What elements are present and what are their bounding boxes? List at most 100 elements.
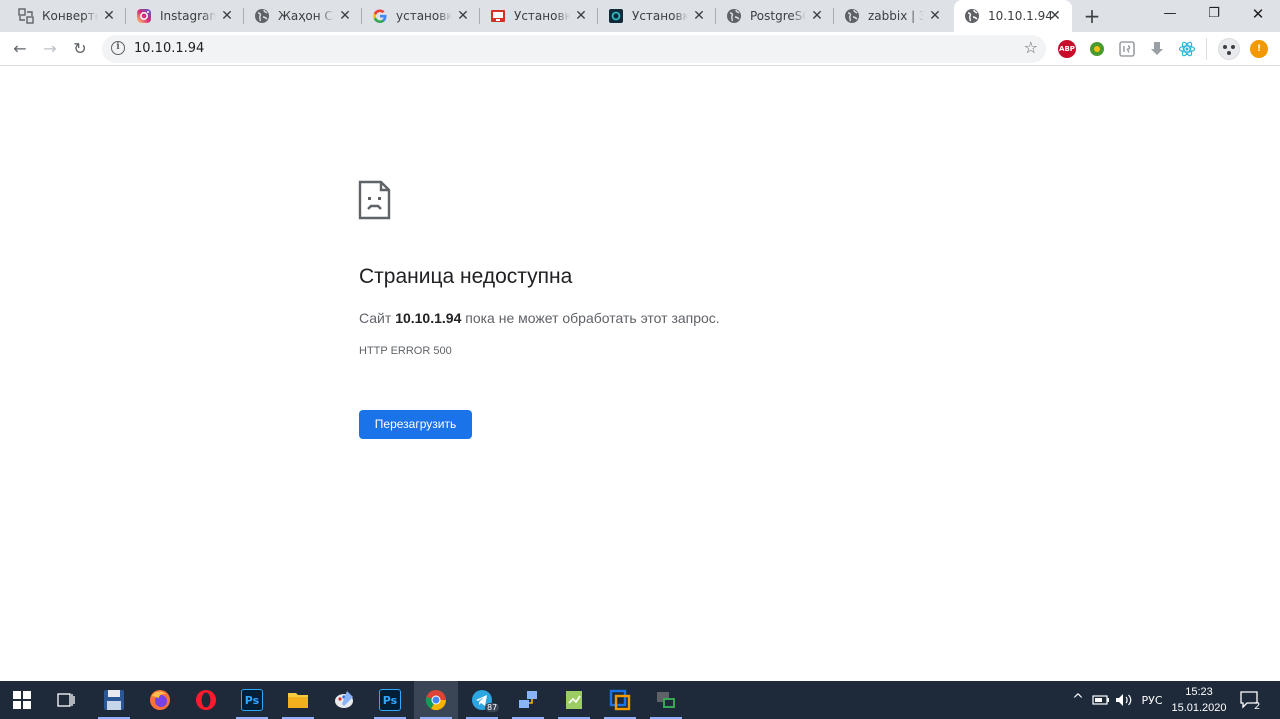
telegram-app[interactable]: 87 (460, 681, 504, 719)
tab-close-icon[interactable]: ✕ (573, 8, 589, 24)
error-desc-prefix: Сайт (359, 310, 396, 326)
tab-close-icon[interactable]: ✕ (691, 8, 707, 24)
minimize-button[interactable]: — (1148, 0, 1192, 28)
tab-close-icon[interactable]: ✕ (1047, 8, 1063, 24)
photoshop-app-2[interactable]: Ps (368, 681, 412, 719)
back-arrow-icon: ← (13, 39, 27, 58)
toolbar-divider (1206, 38, 1207, 60)
firefox-icon (150, 690, 170, 710)
tab-close-icon[interactable]: ✕ (809, 8, 825, 24)
file-explorer-app[interactable] (276, 681, 320, 719)
tab-title: установка (396, 9, 452, 23)
tab-close-icon[interactable]: ✕ (927, 8, 943, 24)
green-extension-icon[interactable] (1088, 40, 1106, 58)
tab-close-icon[interactable]: ✕ (455, 8, 471, 24)
tab-install-red[interactable]: Установка ✕ (480, 0, 598, 32)
virtualbox-icon (609, 689, 631, 711)
download-extension-icon[interactable] (1148, 40, 1166, 58)
update-alert-icon[interactable]: ! (1250, 40, 1268, 58)
reload-page-button[interactable]: Перезагрузить (359, 410, 472, 439)
tab-active-10-10-1-94[interactable]: 10.10.1.94 ✕ (954, 0, 1072, 32)
tab-title: PostgreSQL (750, 9, 806, 23)
forward-button[interactable]: → (38, 37, 62, 61)
forward-arrow-icon: → (43, 39, 57, 58)
tab-jahon[interactable]: Жаҳон Сог ✕ (244, 0, 362, 32)
taskbar-clock[interactable]: 15:23 15.01.2020 (1168, 684, 1230, 716)
reload-button[interactable]: ↻ (68, 37, 92, 61)
red-site-favicon-icon (490, 8, 506, 24)
tab-close-icon[interactable]: ✕ (219, 8, 235, 24)
window-close-button[interactable]: ✕ (1236, 0, 1280, 28)
start-button[interactable] (0, 681, 44, 719)
url-text[interactable]: 10.10.1.94 (134, 41, 204, 56)
notification-count: 2 (1254, 701, 1261, 712)
tab-title: Установка (514, 9, 570, 23)
tab-title: Instagram (160, 9, 216, 23)
new-tab-button[interactable]: + (1080, 4, 1104, 28)
photoshop-app[interactable]: Ps (230, 681, 274, 719)
floppy-icon (104, 690, 124, 710)
restore-button[interactable]: ❐ (1192, 0, 1236, 28)
virtualbox-app[interactable] (598, 681, 642, 719)
chrome-icon (425, 690, 447, 711)
opera-app[interactable] (184, 681, 228, 719)
save-app[interactable] (92, 681, 136, 719)
dark-site-favicon-icon (608, 8, 624, 24)
globe-favicon-icon (964, 8, 980, 24)
remote-desktop-icon (657, 692, 675, 708)
globe-favicon-icon (844, 8, 860, 24)
notepad-icon (566, 691, 582, 709)
paint-app[interactable] (322, 681, 366, 719)
reload-icon: ↻ (73, 39, 87, 58)
tab-title: Установка (632, 9, 688, 23)
tab-title: Жаҳон Сог (278, 9, 334, 23)
error-host: 10.10.1.94 (395, 310, 462, 326)
network-computers-icon (519, 691, 537, 708)
error-description: Сайт 10.10.1.94 пока не может обработать… (359, 310, 720, 326)
remote-app[interactable] (644, 681, 688, 719)
firefox-app[interactable] (138, 681, 182, 719)
site-info-icon[interactable]: i (111, 41, 125, 55)
error-title: Страница недоступна (359, 265, 573, 288)
tab-zabbix[interactable]: zabbix | Зап ✕ (834, 0, 952, 32)
task-view-icon (57, 693, 75, 707)
tab-install-dark[interactable]: Установка ✕ (598, 0, 716, 32)
error-code: HTTP ERROR 500 (359, 345, 452, 357)
react-devtools-extension-icon[interactable] (1178, 40, 1196, 58)
battery-icon[interactable] (1090, 681, 1112, 719)
address-bar[interactable]: i 10.10.1.94 ☆ (102, 35, 1046, 63)
notification-center-button[interactable]: 2 (1236, 681, 1266, 719)
tab-strip: Конвертер ✕ Instagram ✕ Жаҳон Сог ✕ уста… (0, 0, 1280, 32)
tab-title: Конвертер (42, 9, 98, 23)
paint-palette-icon (335, 691, 353, 708)
tab-close-icon[interactable]: ✕ (101, 8, 117, 24)
adblock-plus-extension-icon[interactable]: ABP (1058, 40, 1076, 58)
telegram-unread-badge: 87 (485, 703, 500, 712)
tab-title: 10.10.1.94 (988, 9, 1052, 23)
script-extension-icon[interactable] (1118, 40, 1136, 58)
language-indicator[interactable]: РУС (1136, 681, 1168, 719)
tray-chevron-icon[interactable]: ^ (1068, 681, 1088, 719)
back-button[interactable]: ← (8, 37, 32, 61)
tab-instagram[interactable]: Instagram ✕ (126, 0, 244, 32)
volume-icon[interactable] (1113, 681, 1135, 719)
clock-date: 15.01.2020 (1171, 702, 1227, 714)
tab-converter[interactable]: Конвертер ✕ (8, 0, 126, 32)
profile-avatar-icon[interactable] (1218, 38, 1240, 60)
tab-google-search[interactable]: установка ✕ (362, 0, 480, 32)
windows-logo-icon (13, 691, 31, 709)
tab-close-icon[interactable]: ✕ (337, 8, 353, 24)
converter-favicon-icon (18, 8, 34, 24)
google-favicon-icon (372, 8, 388, 24)
chrome-app[interactable] (414, 681, 458, 719)
tab-title: zabbix | Зап (868, 9, 924, 23)
folder-icon (288, 693, 308, 708)
bookmark-star-icon[interactable]: ☆ (1024, 38, 1038, 57)
tab-postgresql[interactable]: PostgreSQL ✕ (716, 0, 834, 32)
globe-favicon-icon (254, 8, 270, 24)
notepad-app[interactable] (552, 681, 596, 719)
clock-time: 15:23 (1185, 686, 1213, 698)
opera-icon (196, 690, 216, 710)
task-view-button[interactable] (44, 681, 88, 719)
network-app[interactable] (506, 681, 550, 719)
